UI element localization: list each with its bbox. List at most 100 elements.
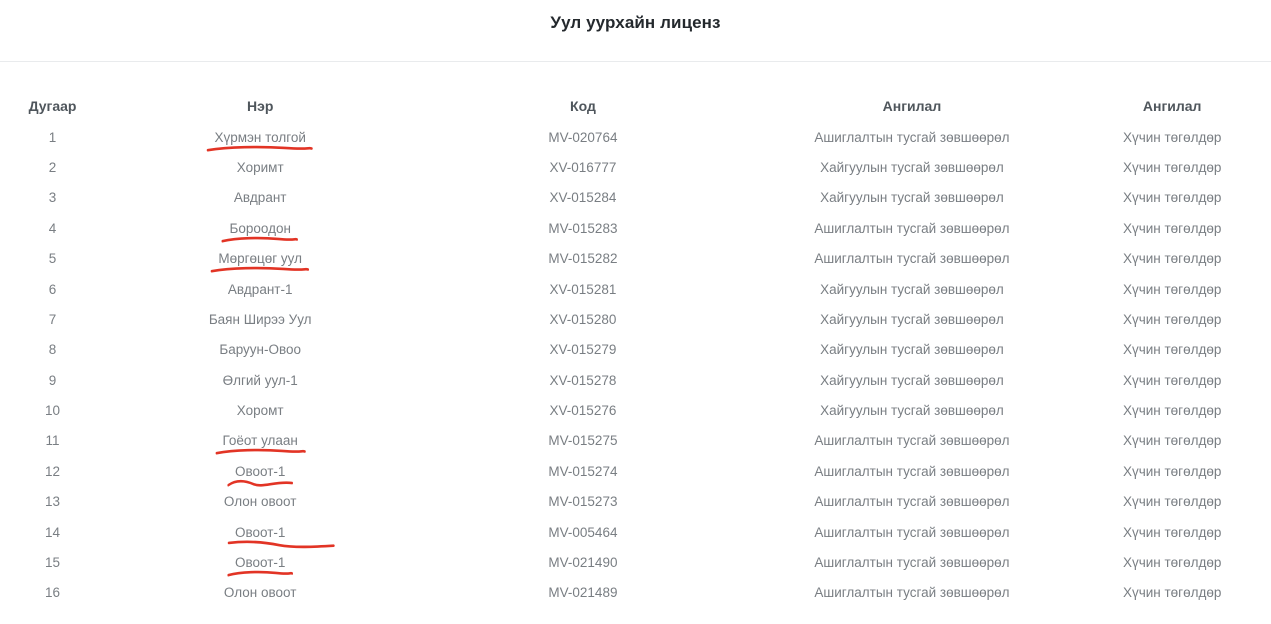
- table-row: 12Овоот-1MV-015274Ашиглалтын тусгай зөвш…: [10, 456, 1261, 486]
- cell-name: Хүрмэн толгой: [95, 122, 425, 152]
- cell-code: XV-015279: [425, 335, 740, 365]
- cell-name: Олон овоот: [95, 578, 425, 608]
- cell-num: 2: [10, 152, 95, 182]
- page-title: Уул уурхайн лиценз: [0, 0, 1271, 33]
- column-header-status: Ангилал: [1083, 62, 1261, 122]
- license-name: Өлгий уул-1: [223, 373, 298, 388]
- cell-status: Хүчин төгөлдөр: [1083, 152, 1261, 182]
- cell-class: Ашиглалтын тусгай зөвшөөрөл: [741, 244, 1084, 274]
- cell-num: 14: [10, 517, 95, 547]
- cell-status: Хүчин төгөлдөр: [1083, 517, 1261, 547]
- cell-code: XV-015281: [425, 274, 740, 304]
- cell-num: 3: [10, 183, 95, 213]
- cell-name: Хоромт: [95, 395, 425, 425]
- license-name: Гоёот улаан: [223, 433, 298, 448]
- license-name: Баруун-Овоо: [219, 342, 301, 357]
- cell-code: XV-015276: [425, 395, 740, 425]
- license-name: Овоот-1: [235, 525, 285, 540]
- table-row: 7Баян Ширээ УулXV-015280Хайгуулын тусгай…: [10, 304, 1261, 334]
- table-header-row: ДугаарНэрКодАнгилалАнгилал: [10, 62, 1261, 122]
- cell-status: Хүчин төгөлдөр: [1083, 456, 1261, 486]
- cell-name: Авдрант: [95, 183, 425, 213]
- cell-status: Хүчин төгөлдөр: [1083, 487, 1261, 517]
- license-name: Баян Ширээ Уул: [209, 312, 312, 327]
- cell-num: 7: [10, 304, 95, 334]
- cell-code: MV-020764: [425, 122, 740, 152]
- cell-num: 6: [10, 274, 95, 304]
- cell-num: 10: [10, 395, 95, 425]
- cell-num: 1: [10, 122, 95, 152]
- table-header: ДугаарНэрКодАнгилалАнгилал: [10, 62, 1261, 122]
- cell-name: Олон овоот: [95, 487, 425, 517]
- cell-status: Хүчин төгөлдөр: [1083, 183, 1261, 213]
- cell-num: 4: [10, 213, 95, 243]
- cell-name: Баруун-Овоо: [95, 335, 425, 365]
- cell-num: 12: [10, 456, 95, 486]
- cell-num: 13: [10, 487, 95, 517]
- cell-status: Хүчин төгөлдөр: [1083, 244, 1261, 274]
- table-row: 10ХоромтXV-015276Хайгуулын тусгай зөвшөө…: [10, 395, 1261, 425]
- cell-code: MV-015273: [425, 487, 740, 517]
- cell-code: XV-015284: [425, 183, 740, 213]
- cell-status: Хүчин төгөлдөр: [1083, 547, 1261, 577]
- cell-code: XV-015280: [425, 304, 740, 334]
- cell-class: Ашиглалтын тусгай зөвшөөрөл: [741, 487, 1084, 517]
- license-name: Олон овоот: [224, 494, 297, 509]
- table-row: 13 Олон овоот MV-015273Ашиглалтын тусгай з…: [10, 487, 1261, 517]
- cell-status: Хүчин төгөлдөр: [1083, 395, 1261, 425]
- cell-name: Бороодон: [95, 213, 425, 243]
- cell-class: Ашиглалтын тусгай зөвшөөрөл: [741, 122, 1084, 152]
- license-name: Хоримт: [237, 160, 284, 175]
- cell-code: MV-021489: [425, 578, 740, 608]
- cell-code: MV-015282: [425, 244, 740, 274]
- cell-num: 16: [10, 578, 95, 608]
- cell-name: Авдрант-1: [95, 274, 425, 304]
- cell-num: 9: [10, 365, 95, 395]
- cell-class: Хайгуулын тусгай зөвшөөрөл: [741, 335, 1084, 365]
- cell-name: Гоёот улаан: [95, 426, 425, 456]
- license-name: Авдрант-1: [228, 282, 293, 297]
- cell-class: Ашиглалтын тусгай зөвшөөрөл: [741, 456, 1084, 486]
- cell-num: 11: [10, 426, 95, 456]
- cell-class: Ашиглалтын тусгай зөвшөөрөл: [741, 517, 1084, 547]
- cell-status: Хүчин төгөлдөр: [1083, 426, 1261, 456]
- license-name: Олон овоот: [224, 585, 297, 600]
- table-row: 6Авдрант-1XV-015281Хайгуулын тусгай зөвш…: [10, 274, 1261, 304]
- cell-num: 15: [10, 547, 95, 577]
- cell-class: Хайгуулын тусгай зөвшөөрөл: [741, 365, 1084, 395]
- cell-name: Хоримт: [95, 152, 425, 182]
- cell-code: MV-015283: [425, 213, 740, 243]
- cell-name: Овоот-1: [95, 456, 425, 486]
- cell-name: Овоот-1: [95, 547, 425, 577]
- cell-num: 5: [10, 244, 95, 274]
- cell-status: Хүчин төгөлдөр: [1083, 213, 1261, 243]
- license-name: Хоромт: [237, 403, 284, 418]
- table-row: 4БороодонMV-015283Ашиглалтын тусгай зөвш…: [10, 213, 1261, 243]
- license-table: ДугаарНэрКодАнгилалАнгилал 1Хүрмэн толго…: [10, 62, 1261, 608]
- column-header-class: Ангилал: [741, 62, 1084, 122]
- cell-status: Хүчин төгөлдөр: [1083, 304, 1261, 334]
- license-name: Хүрмэн толгой: [214, 130, 305, 145]
- cell-class: Ашиглалтын тусгай зөвшөөрөл: [741, 578, 1084, 608]
- cell-class: Ашиглалтын тусгай зөвшөөрөл: [741, 213, 1084, 243]
- cell-status: Хүчин төгөлдөр: [1083, 335, 1261, 365]
- table-row: 11Гоёот улаанMV-015275Ашиглалтын тусгай …: [10, 426, 1261, 456]
- cell-code: MV-021490: [425, 547, 740, 577]
- license-name: Овоот-1: [235, 464, 285, 479]
- table-row: 9Өлгий уул-1XV-015278Хайгуулын тусгай зө…: [10, 365, 1261, 395]
- cell-name: Мөргөцөг уул: [95, 244, 425, 274]
- cell-class: Хайгуулын тусгай зөвшөөрөл: [741, 183, 1084, 213]
- cell-num: 8: [10, 335, 95, 365]
- cell-code: XV-016777: [425, 152, 740, 182]
- column-header-code: Код: [425, 62, 740, 122]
- table-row: 16 Олон овоот MV-021489Ашиглалтын тусгай з…: [10, 578, 1261, 608]
- table-row: 3АвдрантXV-015284Хайгуулын тусгай зөвшөө…: [10, 183, 1261, 213]
- license-name: Овоот-1: [235, 555, 285, 570]
- cell-status: Хүчин төгөлдөр: [1083, 122, 1261, 152]
- cell-class: Ашиглалтын тусгай зөвшөөрөл: [741, 547, 1084, 577]
- column-header-num: Дугаар: [10, 62, 95, 122]
- cell-status: Хүчин төгөлдөр: [1083, 578, 1261, 608]
- table-body: 1Хүрмэн толгойMV-020764Ашиглалтын тусгай…: [10, 122, 1261, 608]
- cell-name: Овоот-1: [95, 517, 425, 547]
- column-header-name: Нэр: [95, 62, 425, 122]
